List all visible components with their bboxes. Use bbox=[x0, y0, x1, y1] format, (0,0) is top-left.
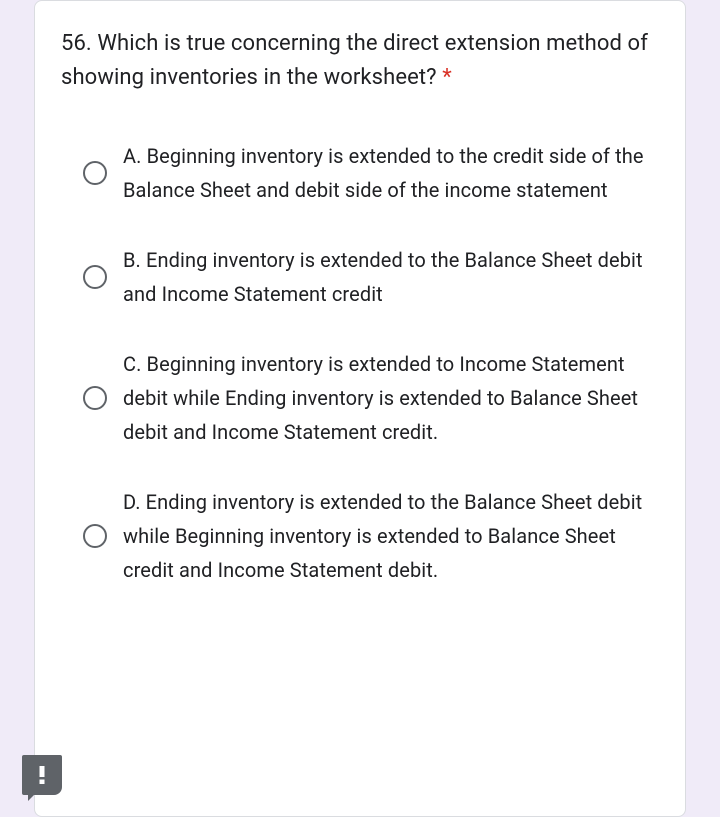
question-title: 56. Which is true concerning the direct … bbox=[61, 27, 659, 95]
radio-icon[interactable] bbox=[83, 524, 107, 548]
options-group: A. Beginning inventory is extended to th… bbox=[61, 139, 659, 587]
option-c[interactable]: C. Beginning inventory is extended to In… bbox=[83, 347, 659, 449]
option-label: D. Ending inventory is extended to the B… bbox=[123, 485, 659, 587]
exclamation-icon bbox=[38, 766, 46, 784]
option-label: A. Beginning inventory is extended to th… bbox=[123, 139, 659, 207]
required-asterisk: * bbox=[437, 65, 452, 90]
option-label: B. Ending inventory is extended to the B… bbox=[123, 243, 659, 311]
option-a[interactable]: A. Beginning inventory is extended to th… bbox=[83, 139, 659, 207]
question-card: 56. Which is true concerning the direct … bbox=[34, 0, 686, 817]
option-d[interactable]: D. Ending inventory is extended to the B… bbox=[83, 485, 659, 587]
question-text: 56. Which is true concerning the direct … bbox=[61, 31, 648, 90]
report-problem-button[interactable] bbox=[22, 755, 62, 795]
option-label: C. Beginning inventory is extended to In… bbox=[123, 347, 659, 449]
radio-icon[interactable] bbox=[83, 161, 107, 185]
radio-icon[interactable] bbox=[83, 265, 107, 289]
radio-icon[interactable] bbox=[83, 386, 107, 410]
option-b[interactable]: B. Ending inventory is extended to the B… bbox=[83, 243, 659, 311]
